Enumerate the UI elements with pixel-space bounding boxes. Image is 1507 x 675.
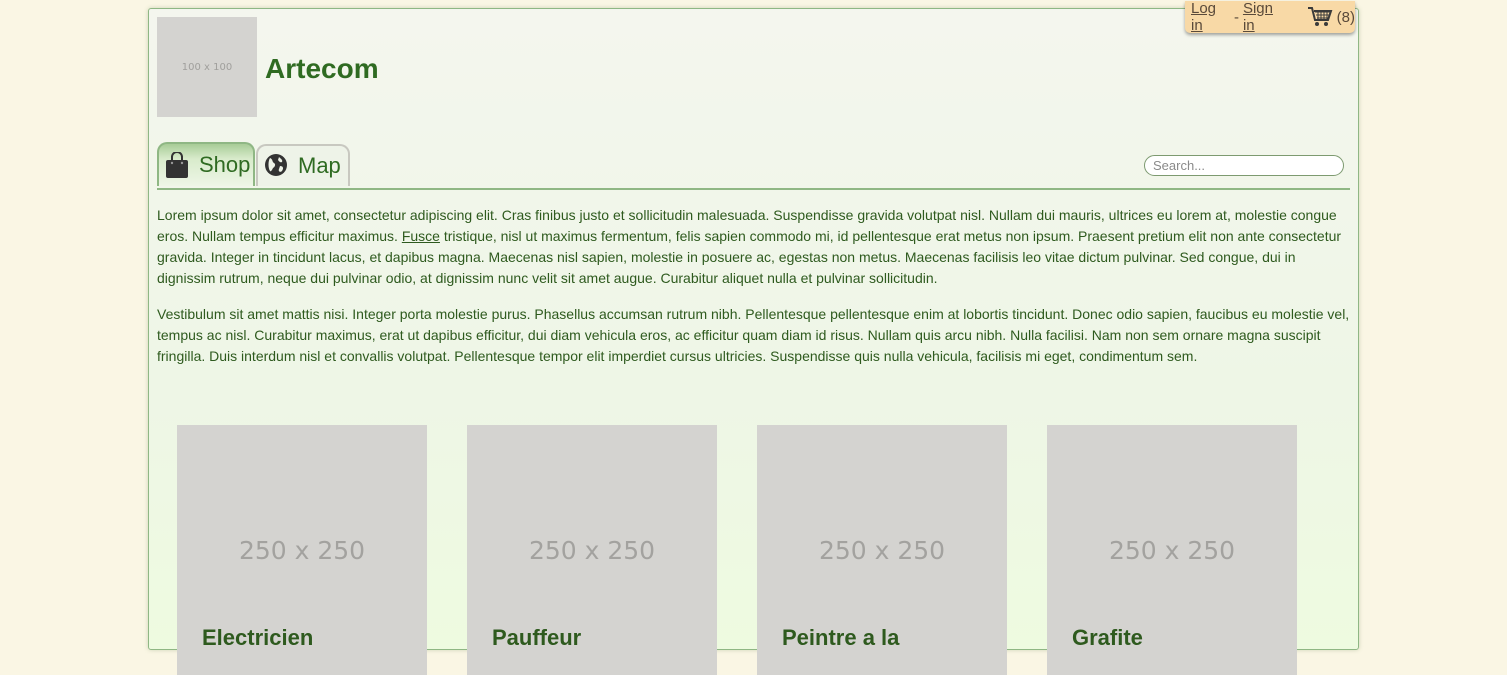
product-image-placeholder: 250 x 250 [528,535,656,565]
globe-icon [264,153,288,179]
login-separator: - [1233,8,1239,26]
tab-map-label: Map [298,153,341,178]
login-link[interactable]: Log in [1191,0,1230,34]
site-title[interactable]: Artecom [265,53,379,85]
product-name[interactable]: Electricien [202,625,313,651]
product-card[interactable]: 250 x 250 Pauffeur [467,425,717,675]
logo-placeholder-text: 100 x 100 [181,61,233,73]
intro-paragraph-1: Lorem ipsum dolor sit amet, consectetur … [157,205,1350,289]
product-card[interactable]: 250 x 250 Grafite [1047,425,1297,675]
product-grid: 250 x 250 Electricien 250 x 250 Pauffeur… [177,425,1327,675]
fusce-link[interactable]: Fusce [402,228,440,244]
page-container: 100 x 100 Artecom Log in - Sign in (8) S… [148,0,1359,675]
product-card[interactable]: 250 x 250 Peintre a la [757,425,1007,675]
site-logo[interactable]: 100 x 100 [157,17,257,117]
product-image-placeholder: 250 x 250 [1108,535,1236,565]
signin-link[interactable]: Sign in [1243,0,1287,34]
cart-count[interactable]: (8) [1337,9,1355,26]
tab-map[interactable]: Map [256,144,350,186]
intro-paragraph-2: Vestibulum sit amet mattis nisi. Integer… [157,306,1350,364]
search-input[interactable] [1144,155,1344,176]
cart-icon[interactable] [1307,6,1333,28]
product-name[interactable]: Peintre a la [782,625,899,651]
intro-text: Lorem ipsum dolor sit amet, consectetur … [157,205,1350,382]
tab-shop[interactable]: Shop [157,142,255,186]
shopping-bag-icon [165,151,189,178]
product-name[interactable]: Pauffeur [492,625,581,651]
product-name[interactable]: Grafite [1072,625,1143,651]
product-image-placeholder: 250 x 250 [238,535,366,565]
product-card[interactable]: 250 x 250 Electricien [177,425,427,675]
tab-shop-label: Shop [199,152,251,177]
product-image-placeholder: 250 x 250 [818,535,946,565]
user-box: Log in - Sign in (8) [1185,0,1355,34]
